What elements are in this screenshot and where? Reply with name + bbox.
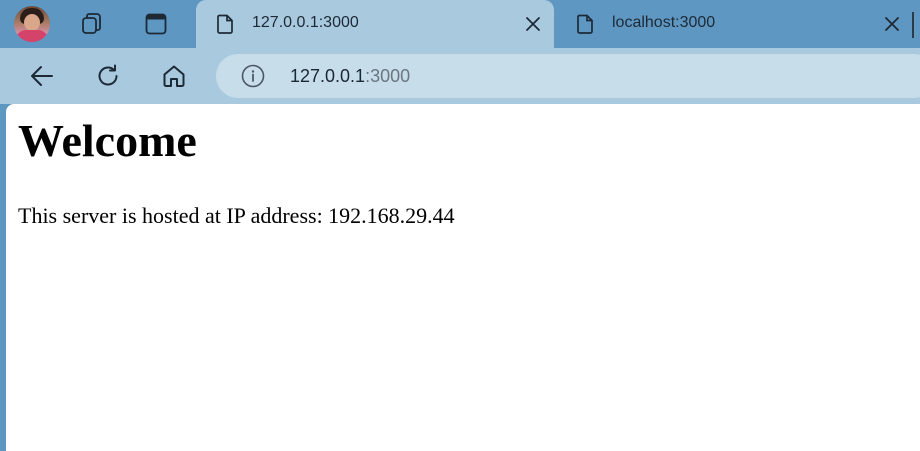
workspaces-icon — [82, 13, 101, 34]
tab-title: localhost:3000 — [612, 14, 716, 31]
workspaces-button[interactable] — [72, 6, 112, 42]
close-tab-button[interactable] — [523, 14, 543, 34]
tab-separator — [912, 12, 914, 38]
tab-title: 127.0.0.1:3000 — [252, 14, 359, 31]
page-heading: Welcome — [18, 115, 197, 166]
profile-avatar[interactable] — [14, 6, 50, 42]
page-icon — [217, 14, 233, 34]
url-host: 127.0.0.1 — [290, 66, 366, 86]
url-port: :3000 — [365, 66, 411, 86]
back-button[interactable] — [22, 56, 62, 96]
tab-127-0-0-1[interactable]: 127.0.0.1:3000 — [196, 0, 554, 48]
tab-actions-icon — [145, 13, 167, 35]
server-ip-text: This server is hosted at IP address: 192… — [18, 203, 455, 228]
refresh-button[interactable] — [88, 56, 128, 96]
home-icon — [163, 65, 185, 87]
back-arrow-icon — [31, 66, 53, 86]
tab-actions-button[interactable] — [136, 6, 176, 42]
navigation-toolbar: 127.0.0.1:3000 — [0, 48, 920, 104]
close-tab-button[interactable] — [882, 14, 902, 34]
close-icon — [885, 17, 899, 31]
tab-localhost[interactable]: localhost:3000 — [556, 0, 912, 48]
refresh-icon — [98, 64, 118, 86]
url-text[interactable]: 127.0.0.1:3000 — [290, 66, 410, 87]
tab-strip: 127.0.0.1:3000 localhost:3000 — [0, 0, 920, 48]
info-icon[interactable] — [241, 64, 265, 88]
home-button[interactable] — [154, 56, 194, 96]
close-icon — [526, 17, 540, 31]
page-icon — [577, 14, 593, 34]
address-bar[interactable]: 127.0.0.1:3000 — [216, 54, 920, 98]
page-viewport: Welcome This server is hosted at IP addr… — [6, 104, 920, 451]
